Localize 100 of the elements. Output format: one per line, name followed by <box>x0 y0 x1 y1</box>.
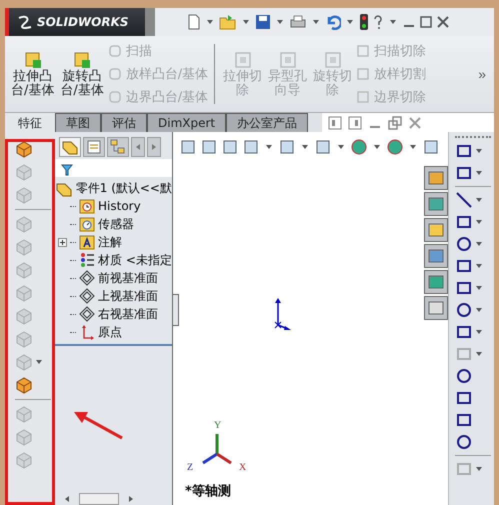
cut-icon <box>232 50 253 70</box>
tree-item-label[interactable]: History <box>98 199 141 213</box>
task-pane-tab[interactable] <box>424 166 448 190</box>
feature-icon <box>108 67 122 81</box>
logo-text: SOLIDWORKS <box>37 15 129 29</box>
extrude-icon[interactable] <box>15 140 33 158</box>
y-axis-label: Y <box>214 420 222 431</box>
dropdown-arrow-icon[interactable] <box>476 352 482 356</box>
dropdown-arrow-icon[interactable] <box>302 145 308 149</box>
cut-icon <box>278 50 298 70</box>
revolve-icon <box>72 50 92 70</box>
dropdown-arrow-icon[interactable] <box>207 20 213 24</box>
scroll-left-icon[interactable] <box>63 494 71 504</box>
undo-icon[interactable] <box>325 14 341 30</box>
gauge-folder-icon <box>79 216 95 232</box>
dropdown-arrow-icon[interactable] <box>476 242 482 246</box>
close-icon[interactable] <box>408 116 422 130</box>
task-pane-tab[interactable] <box>424 296 448 320</box>
plane-icon <box>79 270 95 286</box>
tree-item-label[interactable]: 注解 <box>98 234 122 250</box>
tree-item-label[interactable]: 材质 <未指定 <box>98 252 172 268</box>
expand-icon[interactable] <box>58 238 67 246</box>
tab[interactable]: 特征 <box>5 113 55 132</box>
part-icon <box>55 180 72 196</box>
dropdown-arrow-icon[interactable] <box>390 20 396 24</box>
tile-right-icon[interactable] <box>348 116 362 130</box>
open-folder-icon[interactable] <box>219 14 237 30</box>
dropdown-arrow-icon[interactable] <box>476 264 482 268</box>
annotation-arrow <box>72 410 124 440</box>
collapse-handle[interactable] <box>173 294 179 326</box>
tree-item-label[interactable]: 原点 <box>98 324 122 340</box>
scroll-right-icon[interactable] <box>147 137 161 157</box>
cut-icon <box>322 50 343 70</box>
scrollbar-thumb[interactable] <box>79 493 119 505</box>
material-list-icon <box>79 252 95 268</box>
plane-icon <box>79 306 95 322</box>
tab[interactable]: 评估 <box>101 113 147 132</box>
dropdown-arrow-icon[interactable] <box>476 286 482 290</box>
dropdown-arrow-icon[interactable] <box>476 220 482 224</box>
letter-a-icon <box>79 234 95 250</box>
logo-banner[interactable]: SOLIDWORKS <box>5 8 145 36</box>
printer-icon[interactable] <box>289 14 307 30</box>
tab[interactable]: 办公室产品 <box>226 113 308 132</box>
task-pane-tab[interactable] <box>424 270 448 294</box>
tab[interactable]: 草图 <box>55 113 101 132</box>
cut-icon <box>356 44 370 58</box>
save-icon[interactable] <box>255 14 271 30</box>
task-pane-tab[interactable] <box>424 244 448 268</box>
tree-item-label[interactable]: 前视基准面 <box>98 270 158 286</box>
dropdown-arrow-icon[interactable] <box>476 308 482 312</box>
property-tab-icon[interactable] <box>83 137 105 157</box>
dropdown-arrow-icon[interactable] <box>476 467 482 471</box>
maximize-icon[interactable] <box>419 15 433 29</box>
dropdown-arrow-icon[interactable] <box>338 145 344 149</box>
filter-icon[interactable] <box>61 164 73 176</box>
clock-folder-icon <box>79 198 95 214</box>
tree-item-label[interactable]: 上视基准面 <box>98 288 158 304</box>
traffic-light-icon[interactable] <box>359 13 369 31</box>
extrude-icon <box>22 50 43 70</box>
feature-tree-tab-icon[interactable] <box>59 137 81 157</box>
new-document-icon[interactable] <box>187 14 201 30</box>
dropdown-arrow-icon[interactable] <box>476 330 482 334</box>
origin-marker-icon <box>273 297 293 331</box>
dropdown-arrow-icon[interactable] <box>476 198 482 202</box>
scroll-left-icon[interactable] <box>131 137 145 157</box>
tile-left-icon[interactable] <box>328 116 342 130</box>
z-axis-label: Z <box>187 462 194 473</box>
help-icon[interactable] <box>372 14 384 30</box>
cut-icon <box>356 67 370 81</box>
dropdown-arrow-icon[interactable] <box>476 171 482 175</box>
x-axis-label: X <box>239 462 246 473</box>
dropdown-arrow-icon[interactable] <box>476 149 482 153</box>
origin-icon <box>79 324 95 340</box>
tree-item-label[interactable]: 传感器 <box>98 216 134 232</box>
ds-logo-icon <box>17 15 33 29</box>
feature-icon <box>108 90 122 104</box>
task-pane-tab[interactable] <box>424 218 448 242</box>
feature-icon <box>108 44 122 58</box>
command-button[interactable]: 旋转凸 台/基体 <box>58 50 106 98</box>
plane-icon <box>79 288 95 304</box>
close-icon[interactable] <box>436 15 450 29</box>
configuration-tab-icon[interactable] <box>107 137 129 157</box>
task-pane-tab[interactable] <box>424 192 448 216</box>
dropdown-arrow-icon[interactable] <box>313 20 319 24</box>
restore-icon[interactable] <box>388 116 402 130</box>
scroll-right-icon[interactable] <box>127 494 135 504</box>
dropdown-arrow-icon[interactable] <box>36 360 42 364</box>
command-button[interactable]: 拉伸凸 台/基体 <box>9 50 56 98</box>
tree-item-label[interactable]: 右视基准面 <box>98 306 158 322</box>
dropdown-arrow-icon[interactable] <box>374 145 380 149</box>
tree-root-label[interactable]: 零件1 (默认<<默 <box>76 180 172 197</box>
dropdown-arrow-icon[interactable] <box>243 20 249 24</box>
dropdown-arrow-icon[interactable] <box>266 145 272 149</box>
more-commands-button[interactable]: » <box>474 66 490 82</box>
tab[interactable]: DimXpert <box>147 113 226 132</box>
dropdown-arrow-icon[interactable] <box>410 145 416 149</box>
cut-icon <box>356 90 370 104</box>
dropdown-arrow-icon[interactable] <box>347 20 353 24</box>
dropdown-arrow-icon[interactable] <box>277 20 283 24</box>
line-icon[interactable] <box>455 191 473 209</box>
